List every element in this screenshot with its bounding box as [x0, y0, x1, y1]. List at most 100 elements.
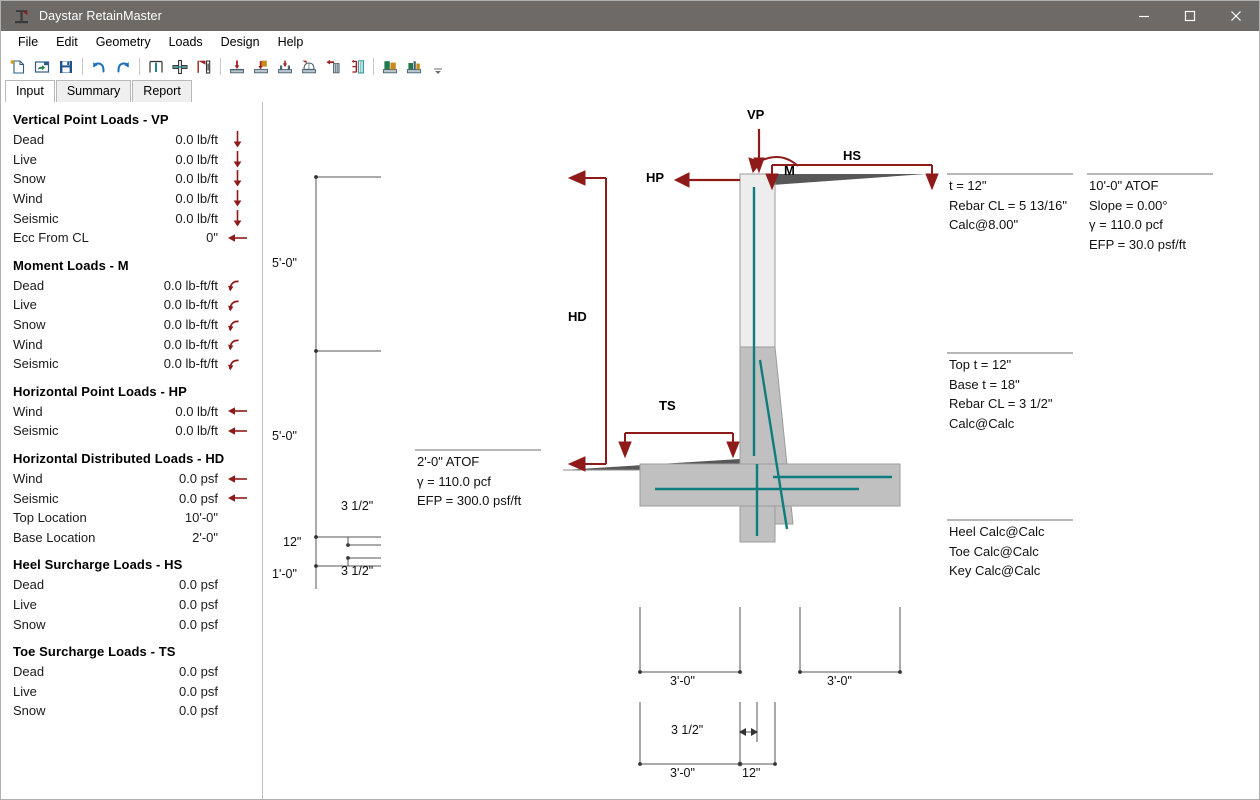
row-value[interactable]: 0.0 psf — [126, 617, 222, 632]
design-footing-icon[interactable] — [402, 55, 426, 78]
note-line: γ = 110.0 pcf — [1089, 217, 1163, 233]
toolbar-separator — [373, 58, 374, 75]
row-vp-live[interactable]: Live 0.0 lb/ft — [11, 150, 252, 170]
stem-geometry-icon[interactable] — [144, 55, 168, 78]
new-file-icon[interactable] — [6, 55, 30, 78]
tab-report[interactable]: Report — [132, 80, 192, 102]
menu-geometry[interactable]: Geometry — [87, 33, 160, 51]
row-vp-wind[interactable]: Wind 0.0 lb/ft — [11, 189, 252, 209]
row-value[interactable]: 0.0 lb/ft — [126, 404, 222, 419]
row-value[interactable]: 0.0 lb-ft/ft — [126, 337, 222, 352]
row-value[interactable]: 0.0 lb/ft — [126, 423, 222, 438]
row-value[interactable]: 0.0 lb-ft/ft — [126, 297, 222, 312]
redo-icon[interactable] — [111, 55, 135, 78]
row-value[interactable]: 0.0 psf — [126, 471, 222, 486]
row-m-wind[interactable]: Wind 0.0 lb-ft/ft — [11, 334, 252, 354]
maximize-button[interactable] — [1167, 1, 1213, 31]
row-value[interactable]: 0.0 psf — [126, 703, 222, 718]
row-value[interactable]: 0.0 psf — [126, 491, 222, 506]
tab-summary[interactable]: Summary — [55, 80, 132, 102]
row-hd-top-location[interactable]: Top Location 10'-0" — [11, 508, 252, 528]
dim-key-depth: 1'-0" — [272, 567, 297, 581]
section-title: Vertical Point Loads - VP — [13, 112, 169, 127]
row-hd-base-location[interactable]: Base Location 2'-0" — [11, 528, 252, 548]
close-button[interactable] — [1213, 1, 1259, 31]
load-label-m: M — [784, 163, 795, 178]
row-value[interactable]: 0.0 lb/ft — [126, 191, 222, 206]
row-label: Snow — [13, 171, 46, 187]
moment-arrow-icon — [222, 337, 252, 351]
toolbar-overflow-icon[interactable] — [430, 55, 446, 78]
load-label-hs: HS — [843, 148, 862, 163]
left-dimension-stack — [314, 175, 381, 589]
left-arrow-icon — [222, 232, 252, 244]
row-hd-seismic[interactable]: Seismic 0.0 psf — [11, 488, 252, 508]
row-hd-wind[interactable]: Wind 0.0 psf — [11, 469, 252, 489]
row-value[interactable]: 0.0 lb-ft/ft — [126, 278, 222, 293]
row-vp-seismic[interactable]: Seismic 0.0 lb/ft — [11, 208, 252, 228]
dim-left-lower: 5'-0" — [272, 429, 297, 443]
toe-surcharge-icon[interactable] — [297, 55, 321, 78]
footing-geometry-icon[interactable] — [168, 55, 192, 78]
dim-rebar-cover-top: 3 1/2" — [341, 499, 374, 513]
row-hp-seismic[interactable]: Seismic 0.0 lb/ft — [11, 421, 252, 441]
row-value[interactable]: 0.0 lb/ft — [126, 171, 222, 186]
moment-load-icon[interactable] — [249, 55, 273, 78]
row-ts-dead[interactable]: Dead 0.0 psf — [11, 662, 252, 682]
horizontal-distributed-load-icon[interactable] — [345, 55, 369, 78]
row-ts-snow[interactable]: Snow 0.0 psf — [11, 701, 252, 721]
row-value[interactable]: 0.0 lb/ft — [126, 152, 222, 167]
row-value[interactable]: 10'-0" — [126, 510, 222, 525]
row-m-dead[interactable]: Dead 0.0 lb-ft/ft — [11, 276, 252, 296]
horizontal-point-load-icon[interactable] — [321, 55, 345, 78]
design-stem-icon[interactable] — [378, 55, 402, 78]
open-file-icon[interactable] — [30, 55, 54, 78]
row-value[interactable]: 0.0 lb-ft/ft — [126, 317, 222, 332]
row-m-live[interactable]: Live 0.0 lb-ft/ft — [11, 295, 252, 315]
row-value[interactable]: 0.0 lb-ft/ft — [126, 356, 222, 371]
row-value[interactable]: 0.0 psf — [126, 577, 222, 592]
heel-surcharge-icon[interactable] — [273, 55, 297, 78]
row-vp-dead[interactable]: Dead 0.0 lb/ft — [11, 130, 252, 150]
row-m-snow[interactable]: Snow 0.0 lb-ft/ft — [11, 315, 252, 335]
wall-section-drawing[interactable]: VP M HS HP HD TS 5'-0" 5'-0" 12" 1'-0" 3… — [263, 102, 1259, 799]
menu-loads[interactable]: Loads — [160, 33, 212, 51]
row-m-seismic[interactable]: Seismic 0.0 lb-ft/ft — [11, 354, 252, 374]
toolbar-separator — [220, 58, 221, 75]
row-hp-wind[interactable]: Wind 0.0 lb/ft — [11, 402, 252, 422]
save-file-icon[interactable] — [54, 55, 78, 78]
row-vp-ecc-from-cl[interactable]: Ecc From CL 0" — [11, 228, 252, 248]
drawing-layer: VP M HS HP HD TS 5'-0" 5'-0" 12" 1'-0" 3… — [263, 102, 1259, 788]
menu-file[interactable]: File — [9, 33, 47, 51]
application-window: Daystar RetainMaster File Edit Geometry … — [0, 0, 1260, 800]
tab-input[interactable]: Input — [5, 80, 55, 102]
row-value[interactable]: 0.0 psf — [126, 664, 222, 679]
row-value[interactable]: 0.0 psf — [126, 597, 222, 612]
row-value[interactable]: 2'-0" — [126, 530, 222, 545]
load-label-vp: VP — [747, 107, 765, 122]
row-vp-snow[interactable]: Snow 0.0 lb/ft — [11, 169, 252, 189]
row-label: Wind — [13, 403, 43, 419]
row-ts-live[interactable]: Live 0.0 psf — [11, 681, 252, 701]
note-soil-top: 10'-0" ATOF Slope = 0.00° γ = 110.0 pcf … — [1089, 176, 1186, 254]
note-stem-base: Top t = 12" Base t = 18" Rebar CL = 3 1/… — [949, 355, 1053, 433]
row-value[interactable]: 0.0 psf — [126, 684, 222, 699]
row-label: Live — [13, 151, 37, 167]
menu-help[interactable]: Help — [269, 33, 313, 51]
row-hs-live[interactable]: Live 0.0 psf — [11, 595, 252, 615]
soil-profile-icon[interactable] — [192, 55, 216, 78]
vertical-load-icon[interactable] — [225, 55, 249, 78]
menu-design[interactable]: Design — [212, 33, 269, 51]
row-hs-dead[interactable]: Dead 0.0 psf — [11, 575, 252, 595]
section-title: Moment Loads - M — [13, 257, 129, 273]
undo-icon[interactable] — [87, 55, 111, 78]
minimize-button[interactable] — [1121, 1, 1167, 31]
row-label: Live — [13, 297, 37, 313]
row-hs-snow[interactable]: Snow 0.0 psf — [11, 614, 252, 634]
row-value[interactable]: 0.0 lb/ft — [126, 211, 222, 226]
menu-bar: File Edit Geometry Loads Design Help — [1, 31, 1259, 53]
menu-edit[interactable]: Edit — [47, 33, 87, 51]
row-value[interactable]: 0" — [126, 230, 222, 245]
row-value[interactable]: 0.0 lb/ft — [126, 132, 222, 147]
note-line: Calc@Calc — [949, 415, 1015, 431]
